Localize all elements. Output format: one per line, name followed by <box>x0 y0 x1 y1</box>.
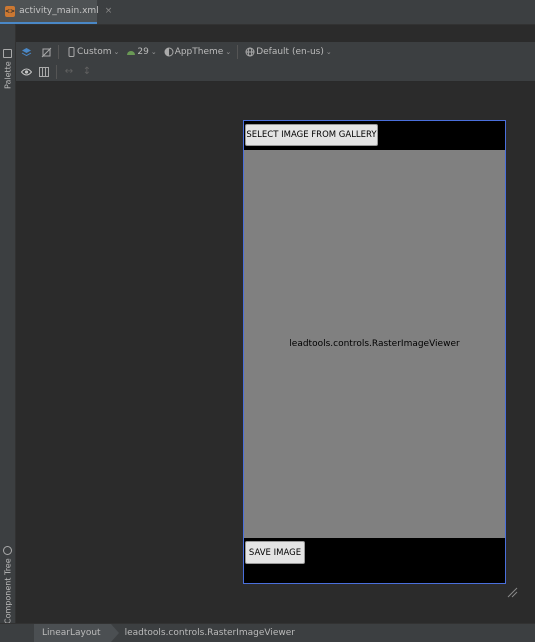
chevron-down-icon: ⌄ <box>150 48 157 56</box>
theme-label: AppTheme <box>174 47 224 57</box>
vertical-expand-icon[interactable]: ↕ <box>81 66 93 78</box>
breadcrumb-item-rasterimageviewer[interactable]: leadtools.controls.RasterImageViewer <box>125 624 295 642</box>
palette-label: Palette <box>3 61 13 89</box>
chevron-down-icon: ⌄ <box>325 48 332 56</box>
theme-selector[interactable]: AppTheme ⌄ <box>163 46 232 58</box>
eye-icon[interactable] <box>20 66 32 78</box>
left-tool-strip: Palette Component Tree <box>0 24 16 624</box>
toolbar-divider <box>56 64 57 79</box>
toolbar-divider <box>58 45 59 59</box>
blueprint-toggle-icon[interactable] <box>40 46 52 58</box>
component-tree-label: Component Tree <box>3 558 13 624</box>
horizontal-expand-icon[interactable]: ↔ <box>63 66 75 78</box>
breadcrumb-item-linearlayout[interactable]: LinearLayout <box>34 624 119 642</box>
chevron-down-icon: ⌄ <box>113 48 120 56</box>
save-image-button[interactable]: SAVE IMAGE <box>245 541 305 564</box>
locale-selector[interactable]: Default (en-us) ⌄ <box>244 46 332 58</box>
close-icon[interactable]: × <box>105 6 113 16</box>
component-tree-tab[interactable]: Component Tree <box>1 542 15 624</box>
resize-handle-icon[interactable] <box>506 586 518 598</box>
theme-icon <box>163 46 175 58</box>
device-selector[interactable]: Custom ⌄ <box>65 46 119 58</box>
component-tree-icon <box>3 546 13 556</box>
globe-icon <box>244 46 256 58</box>
tab-label: activity_main.xml <box>19 6 99 16</box>
android-icon <box>125 46 137 58</box>
api-level-label: 29 <box>137 47 149 57</box>
layout-toolbar: Custom ⌄ 29 ⌄ AppTheme ⌄ Default (en-us)… <box>16 42 535 63</box>
viewer-class-label: leadtools.controls.RasterImageViewer <box>289 339 460 349</box>
toolbar-divider <box>237 45 239 59</box>
xml-file-icon: <> <box>5 5 16 17</box>
columns-icon[interactable] <box>38 66 50 78</box>
device-label: Custom <box>77 47 112 57</box>
raster-image-viewer[interactable]: leadtools.controls.RasterImageViewer <box>244 150 505 538</box>
palette-icon <box>3 49 13 59</box>
locale-label: Default (en-us) <box>256 47 324 57</box>
layers-icon[interactable] <box>20 46 32 58</box>
component-breadcrumb: LinearLayout leadtools.controls.RasterIm… <box>0 623 535 642</box>
editor-tab-bar: <> activity_main.xml × <box>0 0 535 25</box>
palette-tab[interactable]: Palette <box>1 44 15 89</box>
chevron-down-icon: ⌄ <box>225 48 232 56</box>
phone-icon <box>65 46 77 58</box>
api-level-selector[interactable]: 29 ⌄ <box>125 46 157 58</box>
view-options-toolbar: ↔ ↕ <box>16 62 535 82</box>
select-image-button[interactable]: SELECT IMAGE FROM GALLERY <box>245 124 378 146</box>
tab-activity-main[interactable]: <> activity_main.xml × <box>0 0 112 24</box>
